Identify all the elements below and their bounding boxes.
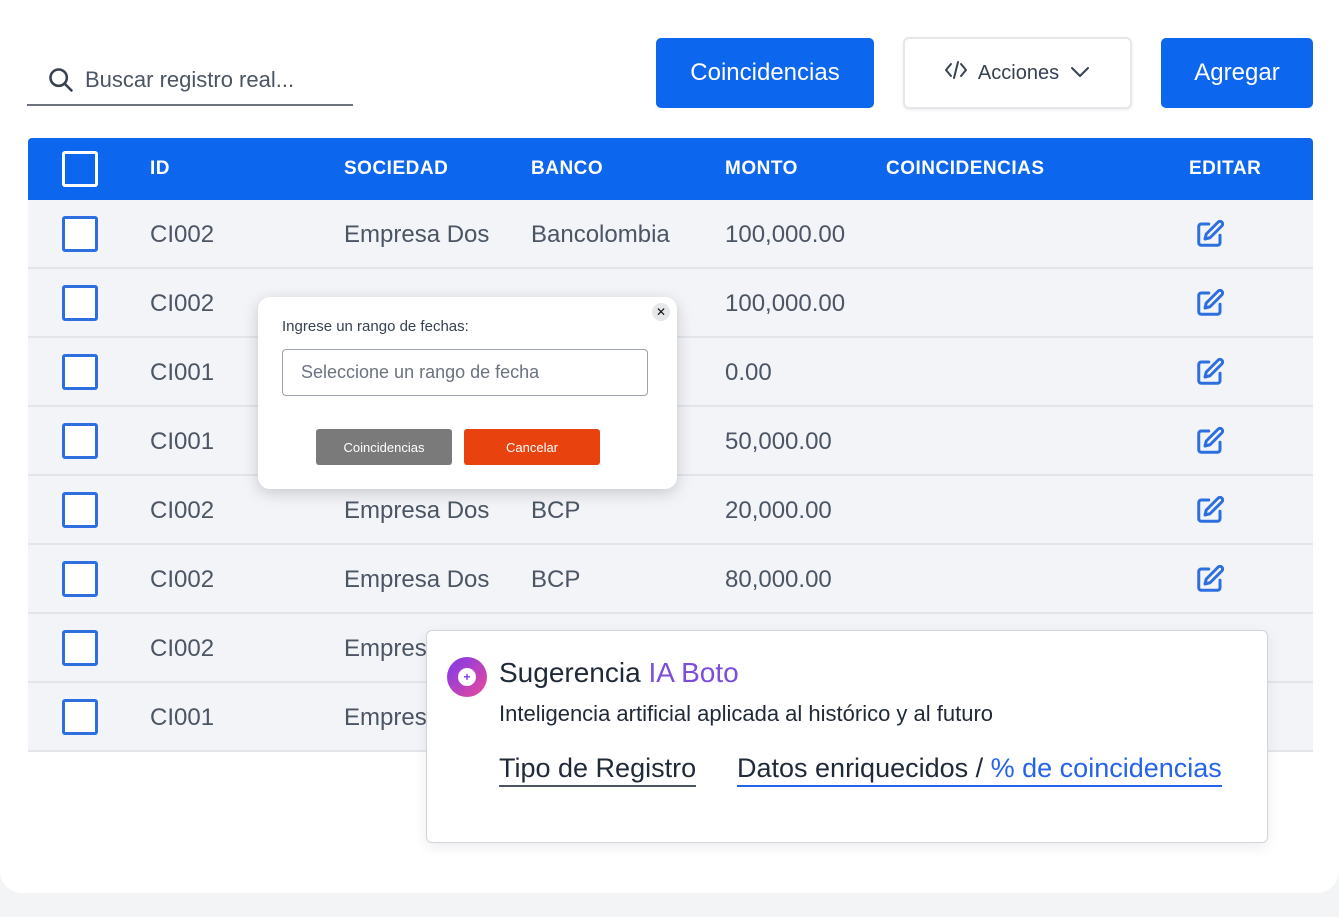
cell-monto: 80,000.00	[725, 566, 832, 593]
cell-id: CI002	[150, 566, 215, 593]
edit-icon[interactable]	[1195, 219, 1225, 249]
cell-banco: Bancolombia	[531, 221, 670, 248]
edit-icon[interactable]	[1195, 357, 1225, 387]
acciones-label: Acciones	[977, 61, 1060, 84]
cell-id: CI001	[150, 428, 215, 455]
date-range-input[interactable]	[282, 349, 648, 396]
cell-banco: BCP	[531, 566, 581, 593]
coincidencias-percent-text: % de coincidencias	[990, 753, 1222, 783]
row-checkbox[interactable]	[62, 423, 98, 459]
ai-brand-name: IA Boto	[648, 657, 739, 688]
header-banco: BANCO	[531, 158, 604, 179]
row-checkbox[interactable]	[62, 630, 98, 666]
cell-id: CI002	[150, 497, 215, 524]
cell-id: CI002	[150, 635, 215, 662]
header-editar: EDITAR	[1189, 158, 1262, 179]
cell-sociedad: Empresa Dos	[344, 221, 490, 248]
search-icon	[47, 65, 77, 95]
header-monto: MONTO	[725, 158, 798, 179]
table-row: CI002 Empresa Dos Bancolombia 100,000.00	[28, 200, 1313, 269]
row-checkbox[interactable]	[62, 216, 98, 252]
search-input[interactable]	[85, 67, 335, 93]
close-icon[interactable]: ✕	[652, 303, 670, 321]
row-checkbox[interactable]	[62, 561, 98, 597]
cell-id: CI001	[150, 359, 215, 386]
ai-suggestion-card: + Sugerencia IA Boto Inteligencia artifi…	[426, 630, 1268, 843]
search-bar	[27, 56, 353, 106]
table-row: CI002 Empresa Dos BCP 80,000.00	[28, 545, 1313, 614]
ai-title-text: Sugerencia	[499, 657, 641, 688]
select-all-checkbox[interactable]	[62, 151, 98, 187]
cell-id: CI001	[150, 704, 215, 731]
code-icon	[944, 59, 968, 87]
date-range-modal: Ingrese un rango de fechas: ✕ Coincidenc…	[258, 297, 677, 489]
chevron-down-icon	[1069, 62, 1091, 85]
ai-subtitle: Inteligencia artificial aplicada al hist…	[499, 701, 994, 726]
cell-monto: 100,000.00	[725, 290, 846, 317]
ai-suggestion-title: Sugerencia IA Boto	[499, 657, 739, 689]
cell-sociedad: Empres	[344, 704, 427, 731]
row-checkbox[interactable]	[62, 492, 98, 528]
row-checkbox[interactable]	[62, 285, 98, 321]
row-checkbox[interactable]	[62, 699, 98, 735]
agregar-button[interactable]: Agregar	[1161, 38, 1313, 108]
edit-icon[interactable]	[1195, 495, 1225, 525]
header-id: ID	[150, 158, 170, 179]
cell-monto: 20,000.00	[725, 497, 832, 524]
table-header: ID SOCIEDAD BANCO MONTO COINCIDENCIAS ED…	[28, 138, 1313, 200]
row-checkbox[interactable]	[62, 354, 98, 390]
main-card: Coincidencias Acciones Agregar ID SOCIED…	[0, 0, 1339, 893]
header-sociedad: SOCIEDAD	[344, 158, 449, 179]
datos-enriquecidos-text: Datos enriquecidos /	[737, 753, 991, 783]
modal-title: Ingrese un rango de fechas:	[282, 318, 469, 335]
modal-coincidencias-button[interactable]: Coincidencias	[316, 429, 452, 465]
modal-cancel-button[interactable]: Cancelar	[464, 429, 600, 465]
edit-icon[interactable]	[1195, 288, 1225, 318]
datos-enriquecidos-link[interactable]: Datos enriquecidos / % de coincidencias	[737, 753, 1222, 787]
cell-monto: 50,000.00	[725, 428, 832, 455]
cell-monto: 0.00	[725, 359, 772, 386]
cell-sociedad: Empresa Dos	[344, 497, 490, 524]
header-coincidencias: COINCIDENCIAS	[886, 158, 1045, 179]
cell-id: CI002	[150, 290, 215, 317]
tipo-registro-link[interactable]: Tipo de Registro	[499, 753, 697, 787]
ai-logo-icon: +	[447, 657, 487, 697]
edit-icon[interactable]	[1195, 426, 1225, 456]
cell-monto: 100,000.00	[725, 221, 846, 248]
edit-icon[interactable]	[1195, 564, 1225, 594]
acciones-dropdown[interactable]: Acciones	[903, 37, 1132, 109]
cell-banco: BCP	[531, 497, 581, 524]
cell-sociedad: Empresa Dos	[344, 566, 490, 593]
cell-sociedad: Empres	[344, 635, 427, 662]
coincidencias-button[interactable]: Coincidencias	[656, 38, 874, 108]
cell-id: CI002	[150, 221, 215, 248]
